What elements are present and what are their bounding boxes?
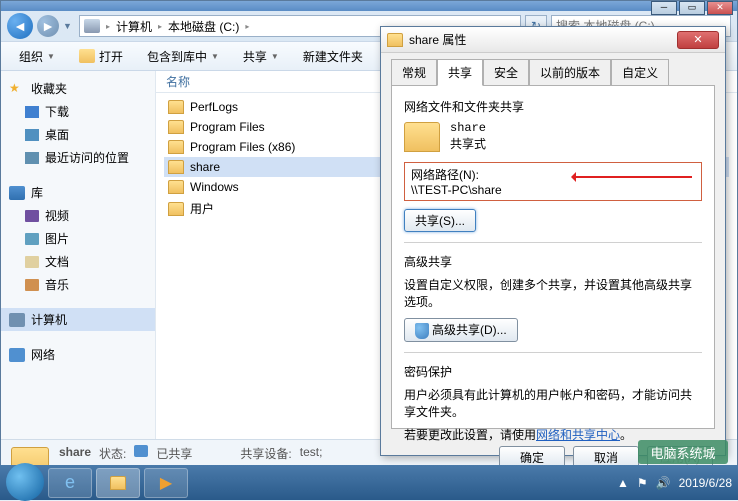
- dialog-titlebar: share 属性 ✕: [381, 27, 725, 53]
- computer-icon: [9, 313, 25, 327]
- taskbar-explorer-button[interactable]: [96, 468, 140, 498]
- sidebar-pictures[interactable]: 图片: [1, 227, 155, 250]
- library-icon: [9, 186, 25, 200]
- details-share-device-label: 共享设备:: [240, 445, 291, 462]
- document-icon: [25, 256, 39, 268]
- music-icon: [25, 279, 39, 291]
- taskbar-ie-button[interactable]: e: [48, 468, 92, 498]
- tab-sharing[interactable]: 共享: [437, 59, 483, 86]
- sidebar-network[interactable]: 网络: [1, 343, 155, 366]
- dialog-close-button[interactable]: ✕: [677, 31, 719, 49]
- sidebar-recent[interactable]: 最近访问的位置: [1, 146, 155, 169]
- network-path-value: \\TEST-PC\share: [411, 183, 695, 197]
- tab-security[interactable]: 安全: [483, 59, 529, 86]
- folder-icon: [110, 476, 126, 490]
- advanced-sharing-desc: 设置自定义权限，创建多个共享，并设置其他高级共享选项。: [404, 276, 702, 310]
- folder-icon: [387, 33, 403, 47]
- advanced-sharing-title: 高级共享: [404, 253, 702, 270]
- tray-expand-icon[interactable]: ▲: [617, 476, 629, 490]
- dialog-title: share 属性: [409, 31, 466, 48]
- details-status-label: 状态:: [99, 445, 126, 462]
- network-share-title: 网络文件和文件夹共享: [404, 98, 702, 115]
- network-sharing-center-link[interactable]: 网络和共享中心: [536, 428, 620, 442]
- window-titlebar: ─ ▭ ✕: [1, 1, 737, 11]
- network-path-label: 网络路径(N):: [411, 166, 695, 183]
- share-name: share: [450, 121, 486, 135]
- taskbar: e ▶ ▲ ⚑ 🔊 2019/6/28: [0, 465, 738, 500]
- breadcrumb-sep: ▸: [245, 22, 249, 31]
- nav-history-dropdown[interactable]: ▼: [63, 21, 75, 31]
- details-share-device-value: test;: [300, 445, 323, 462]
- folder-icon: [168, 160, 184, 174]
- dialog-tabs: 常规 共享 安全 以前的版本 自定义: [381, 53, 725, 86]
- recent-icon: [25, 152, 39, 164]
- password-protection-title: 密码保护: [404, 363, 702, 380]
- tab-general[interactable]: 常规: [391, 59, 437, 86]
- start-button[interactable]: [6, 463, 44, 501]
- sidebar-desktop[interactable]: 桌面: [1, 123, 155, 146]
- folder-open-icon: [79, 49, 95, 63]
- network-path-box: 网络路径(N): \\TEST-PC\share: [404, 162, 702, 201]
- sidebar-downloads[interactable]: 下载: [1, 100, 155, 123]
- sidebar-libraries[interactable]: 库: [1, 181, 155, 204]
- folder-large-icon: [404, 122, 440, 152]
- network-icon: [9, 348, 25, 362]
- tab-customize[interactable]: 自定义: [611, 59, 669, 86]
- folder-icon: [168, 100, 184, 114]
- include-library-button[interactable]: 包含到库中▼: [137, 45, 229, 68]
- advanced-sharing-button[interactable]: 高级共享(D)...: [404, 318, 518, 342]
- shared-icon: [134, 445, 148, 457]
- tab-content: 网络文件和文件夹共享 share 共享式 网络路径(N): \\TEST-PC\…: [391, 85, 715, 429]
- share-with-button[interactable]: 共享▼: [233, 45, 289, 68]
- shield-icon: [415, 323, 429, 339]
- taskbar-media-button[interactable]: ▶: [144, 468, 188, 498]
- details-status-value: 已共享: [156, 445, 192, 462]
- sidebar-music[interactable]: 音乐: [1, 273, 155, 296]
- folder-icon: [168, 140, 184, 154]
- breadcrumb-computer[interactable]: 计算机: [116, 18, 152, 35]
- sidebar-documents[interactable]: 文档: [1, 250, 155, 273]
- minimize-button[interactable]: ─: [651, 1, 677, 15]
- tray-date[interactable]: 2019/6/28: [679, 476, 732, 490]
- media-player-icon: ▶: [160, 473, 172, 493]
- star-icon: ★: [9, 81, 25, 97]
- download-icon: [25, 106, 39, 118]
- folder-icon: [168, 202, 184, 216]
- open-button[interactable]: 打开: [69, 45, 133, 68]
- new-folder-button[interactable]: 新建文件夹: [293, 45, 373, 68]
- sidebar: ★收藏夹 下载 桌面 最近访问的位置 库 视频 图片 文档 音乐 计算机 网络: [1, 71, 156, 439]
- picture-icon: [25, 233, 39, 245]
- annotation-arrow: [572, 176, 692, 178]
- forward-button[interactable]: ►: [37, 15, 59, 37]
- breadcrumb-sep: ▸: [106, 22, 110, 31]
- organize-button[interactable]: 组织▼: [9, 45, 65, 68]
- back-button[interactable]: ◄: [7, 13, 33, 39]
- sidebar-videos[interactable]: 视频: [1, 204, 155, 227]
- share-status: 共享式: [450, 135, 486, 152]
- folder-icon: [168, 120, 184, 134]
- tray-volume-icon[interactable]: 🔊: [656, 476, 671, 490]
- drive-icon: [84, 19, 100, 33]
- password-protection-desc: 用户必须具有此计算机的用户帐户和密码，才能访问共享文件夹。: [404, 386, 702, 420]
- sidebar-computer[interactable]: 计算机: [1, 308, 155, 331]
- sidebar-favorites[interactable]: ★收藏夹: [1, 77, 155, 100]
- watermark: 电脑系统城: [638, 440, 728, 464]
- tab-previous-versions[interactable]: 以前的版本: [529, 59, 611, 86]
- share-button[interactable]: 共享(S)...: [404, 209, 476, 232]
- system-tray: ▲ ⚑ 🔊 2019/6/28: [617, 476, 732, 490]
- video-icon: [25, 210, 39, 222]
- breadcrumb-sep: ▸: [158, 22, 162, 31]
- properties-dialog: share 属性 ✕ 常规 共享 安全 以前的版本 自定义 网络文件和文件夹共享…: [380, 26, 726, 456]
- tray-flag-icon[interactable]: ⚑: [637, 476, 648, 490]
- ie-icon: e: [65, 472, 75, 493]
- maximize-button[interactable]: ▭: [679, 1, 705, 15]
- details-name: share: [59, 445, 91, 462]
- close-button[interactable]: ✕: [707, 1, 733, 15]
- desktop-icon: [25, 129, 39, 141]
- breadcrumb-drive[interactable]: 本地磁盘 (C:): [168, 18, 239, 35]
- folder-icon: [168, 180, 184, 194]
